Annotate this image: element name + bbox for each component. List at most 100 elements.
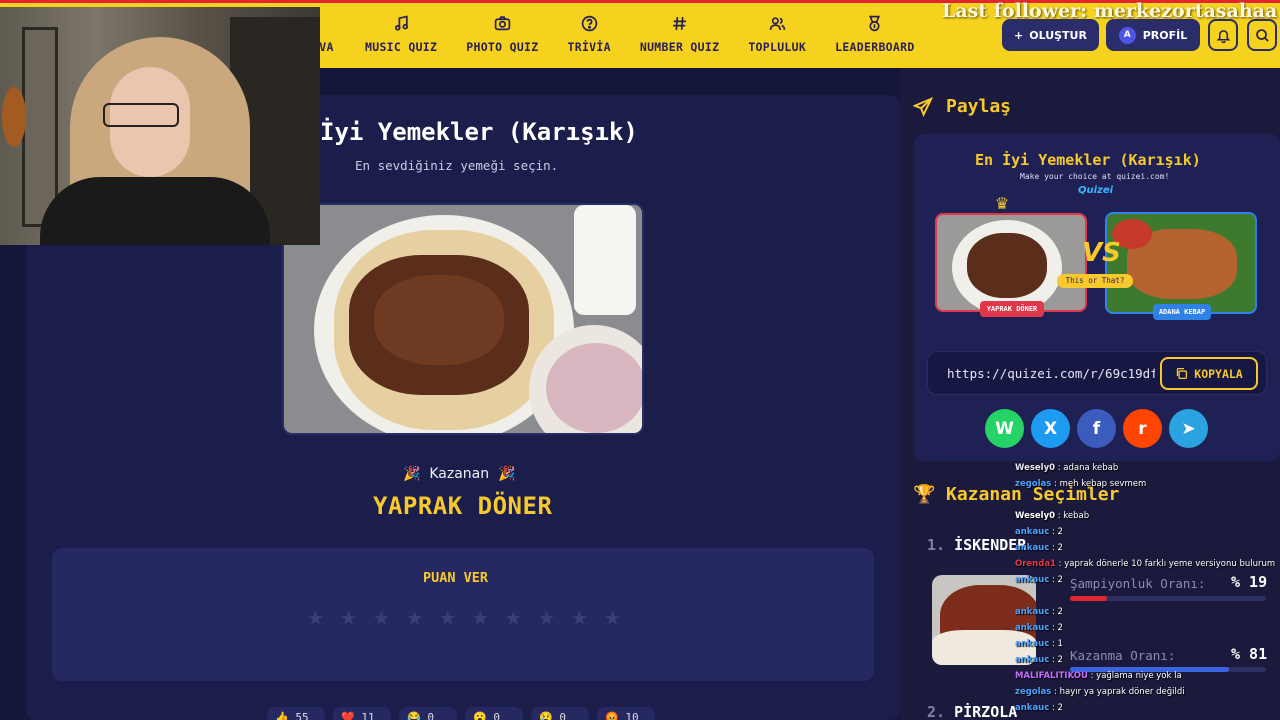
chat-message: ankauc : 2 [1015,700,1280,716]
preview-left-tag: YAPRAK DÖNER [980,301,1044,317]
star-icon[interactable]: ★ [336,603,361,630]
chat-text: : 2 [1051,527,1063,537]
star-icon[interactable]: ★ [435,603,460,630]
vs-badge: VS [1082,238,1121,268]
question-icon [581,15,597,32]
music-icon [394,15,408,31]
chat-username: ankauc [1015,575,1050,585]
chat-username: zegolas [1015,479,1052,489]
search-button[interactable] [1247,19,1277,51]
search-icon [1255,28,1269,42]
winner-image [282,203,644,435]
chat-username: zegolas [1015,687,1052,697]
reaction-like[interactable]: 👍 55 [267,707,325,720]
profile-button[interactable]: A PROFİL [1106,19,1200,51]
copy-icon [1177,367,1188,380]
chat-username: ankauc [1015,607,1050,617]
reaction-angry[interactable]: 😡 10 [597,707,655,720]
main-nav: VA MUSIC QUIZ PHOTO QUIZ TRİVİA NUMBER Q… [318,15,944,61]
streamer-webcam [0,7,320,245]
reddit-icon: r [1138,418,1147,439]
rank-name: PİRZOLA [954,703,1018,720]
chat-username: ankauc [1015,703,1050,713]
chat-username: ankauc [1015,527,1050,537]
winner-rank-2[interactable]: 2. PİRZOLA [927,703,1017,720]
reaction-love[interactable]: ❤️ 11 [333,707,391,720]
star-icon[interactable]: ★ [303,603,328,630]
chat-username: Wesely0 [1015,511,1056,521]
chat-message: zegolas : hayır ya yaprak döner değildi [1015,684,1280,700]
star-icon[interactable]: ★ [501,603,526,630]
plus-icon: + [1014,28,1024,42]
reddit-share-button[interactable]: r [1123,409,1162,448]
share-preview-title: En İyi Yemekler (Karışık) [975,151,1201,169]
telegram-icon: ➤ [1181,418,1196,439]
chat-text: : 2 [1051,575,1063,585]
chat-text: : 2 [1051,703,1063,713]
chat-message: ankauc : 2 [1015,524,1280,540]
chat-username: Wesely0 [1015,463,1056,473]
reaction-sad[interactable]: 😢 0 [531,707,589,720]
copy-link-button[interactable]: KOPYALA [1160,357,1258,390]
chat-message: MALIFALITIKOU : yağlama niye yok la [1015,668,1280,684]
nav-item-topluluk[interactable]: TOPLULUK [748,15,806,61]
profile-label: PROFİL [1142,28,1188,42]
reaction-laugh[interactable]: 😂 0 [399,707,457,720]
trophy-icon: 🏆 [913,484,936,505]
send-icon [913,97,933,117]
chat-text: : 2 [1051,623,1063,633]
star-icon[interactable]: ★ [567,603,592,630]
x-share-button[interactable]: X [1031,409,1070,448]
facebook-share-button[interactable]: f [1077,409,1116,448]
chat-text: : 2 [1051,655,1063,665]
nav-item-photo-quiz[interactable]: PHOTO QUIZ [466,15,538,61]
star-icon[interactable]: ★ [534,603,559,630]
share-link-input[interactable]: https://quizei.com/r/69c19dfd6 [947,366,1155,381]
chat-text: : yağlama niye yok la [1090,671,1182,681]
star-icon[interactable]: ★ [468,603,493,630]
nav-item-leaderboard[interactable]: LEADERBOARD [835,15,914,61]
winner-label: 🎉 Kazanan 🎉 [403,466,516,482]
nav-item-trivia[interactable]: TRİVİA [568,15,611,61]
star-icon[interactable]: ★ [600,603,625,630]
chat-message: ankauc : 2 [1015,604,1280,620]
chat-message: ankauc : 1 [1015,636,1280,652]
notifications-button[interactable] [1208,19,1238,51]
nav-item-number-quiz[interactable]: NUMBER QUIZ [640,15,719,61]
chat-message [1015,588,1280,604]
preview-right-image [1105,212,1257,314]
whatsapp-share-button[interactable]: W [985,409,1024,448]
chat-text: : meh kebap sevmem [1054,479,1147,489]
nav-item-partial[interactable]: VA [318,15,335,61]
chat-text: : 2 [1051,543,1063,553]
social-share-buttons: W Xf r ➤ [985,409,1208,448]
camera-icon [494,16,511,31]
winner-rank-1[interactable]: 1. İSKENDER [927,536,1026,554]
reaction-wow[interactable]: 😮 0 [465,707,523,720]
chat-username: ankauc [1015,623,1050,633]
share-preview-subtitle: Make your choice at quizei.com! [1020,172,1170,181]
chat-text: : yaprak dönerle 10 farklı yeme versiyon… [1058,559,1276,569]
chat-username: Orenda1 [1015,559,1056,569]
nav-label: NUMBER QUIZ [639,40,720,54]
star-icon[interactable]: ★ [402,603,427,630]
chat-message: ankauc : 2 [1015,540,1280,556]
nav-label: LEADERBOARD [835,40,915,54]
chat-text: : kebab [1057,511,1090,521]
star-icon[interactable]: ★ [369,603,394,630]
rating-title: PUAN VER [423,570,489,586]
this-or-that-badge: This or That? [1057,274,1133,288]
party-icon: 🎉 [403,466,421,482]
chat-message: ankauc : 2 [1015,652,1280,668]
telegram-share-button[interactable]: ➤ [1169,409,1208,448]
create-button[interactable]: + OLUŞTUR [1002,19,1099,51]
chat-text: : 2 [1051,607,1063,617]
preview-right-tag: ADANA KEBAP [1153,304,1211,320]
quizei-logo: Quizei [1078,185,1114,196]
reaction-bar: 👍 55 ❤️ 11 😂 0 😮 0 😢 0 😡 10 [267,707,655,720]
nav-label: TRİVİA [567,40,611,54]
quiz-subtitle: En sevdiğiniz yemeği seçin. [355,158,559,173]
nav-item-music-quiz[interactable]: MUSIC QUIZ [365,15,437,61]
chat-message: Orenda1 : yaprak dönerle 10 farklı yeme … [1015,556,1280,572]
winner-name: YAPRAK DÖNER [373,492,553,520]
